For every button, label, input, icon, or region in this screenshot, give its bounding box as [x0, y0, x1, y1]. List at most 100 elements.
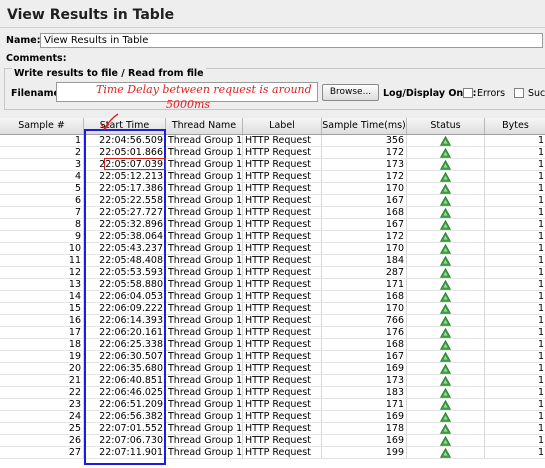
table-row[interactable]: 1022:05:43.237Thread Group 1-1HTTP Reque… [0, 243, 545, 255]
table-row[interactable]: 1522:06:09.222Thread Group 1-1HTTP Reque… [0, 303, 545, 315]
cell-bytes: 1 [485, 231, 545, 243]
cell-bytes: 1 [485, 399, 545, 411]
table-row[interactable]: 522:05:17.386Thread Group 1-1HTTP Reques… [0, 183, 545, 195]
cell-start-time: 22:07:11.901 [84, 447, 166, 459]
cell-start-time: 22:05:17.386 [84, 183, 166, 195]
cell-sample-number: 16 [0, 315, 84, 327]
cell-sample-time: 172 [322, 231, 407, 243]
cell-label: HTTP Request [243, 171, 322, 183]
cell-status [407, 411, 485, 423]
cell-bytes: 1 [485, 183, 545, 195]
cell-bytes: 1 [485, 195, 545, 207]
cell-label: HTTP Request [243, 423, 322, 435]
cell-label: HTTP Request [243, 291, 322, 303]
success-icon [439, 135, 452, 146]
cell-bytes: 1 [485, 159, 545, 171]
table-row[interactable]: 722:05:27.727Thread Group 1-1HTTP Reques… [0, 207, 545, 219]
cell-start-time: 22:06:25.338 [84, 339, 166, 351]
cell-label: HTTP Request [243, 303, 322, 315]
cell-sample-number: 27 [0, 447, 84, 459]
cell-sample-time: 287 [322, 267, 407, 279]
cell-bytes: 1 [485, 267, 545, 279]
cell-status [407, 447, 485, 459]
cell-thread-name: Thread Group 1-1 [166, 435, 243, 447]
cell-sample-number: 1 [0, 135, 84, 147]
table-row[interactable]: 2322:06:51.209Thread Group 1-1HTTP Reque… [0, 399, 545, 411]
cell-sample-time: 167 [322, 351, 407, 363]
table-row[interactable]: 122:04:56.509Thread Group 1-1HTTP Reques… [0, 135, 545, 147]
cell-status [407, 279, 485, 291]
table-row[interactable]: 1222:05:53.593Thread Group 1-1HTTP Reque… [0, 267, 545, 279]
cell-thread-name: Thread Group 1-1 [166, 279, 243, 291]
cell-sample-number: 22 [0, 387, 84, 399]
cell-start-time: 22:05:48.408 [84, 255, 166, 267]
table-row[interactable]: 2422:06:56.382Thread Group 1-1HTTP Reque… [0, 411, 545, 423]
column-header-start-time[interactable]: Start Time [84, 118, 166, 134]
table-row[interactable]: 922:05:38.064Thread Group 1-1HTTP Reques… [0, 231, 545, 243]
cell-sample-time: 178 [322, 423, 407, 435]
column-header-sample-time[interactable]: Sample Time(ms) [322, 118, 407, 134]
cell-bytes: 1 [485, 291, 545, 303]
cell-thread-name: Thread Group 1-1 [166, 207, 243, 219]
cell-bytes: 1 [485, 219, 545, 231]
table-row[interactable]: 822:05:32.896Thread Group 1-1HTTP Reques… [0, 219, 545, 231]
table-row[interactable]: 222:05:01.866Thread Group 1-1HTTP Reques… [0, 147, 545, 159]
table-row[interactable]: 1122:05:48.408Thread Group 1-1HTTP Reque… [0, 255, 545, 267]
cell-thread-name: Thread Group 1-1 [166, 171, 243, 183]
table-row[interactable]: 2622:07:06.730Thread Group 1-1HTTP Reque… [0, 435, 545, 447]
success-icon [439, 387, 452, 398]
table-row[interactable]: 1922:06:30.507Thread Group 1-1HTTP Reque… [0, 351, 545, 363]
table-row[interactable]: 2222:06:46.025Thread Group 1-1HTTP Reque… [0, 387, 545, 399]
errors-checkbox[interactable] [463, 88, 473, 98]
errors-label: Errors [477, 88, 506, 99]
table-row[interactable]: 1822:06:25.338Thread Group 1-1HTTP Reque… [0, 339, 545, 351]
filename-input[interactable] [56, 82, 318, 102]
cell-start-time: 22:05:32.896 [84, 219, 166, 231]
table-row[interactable]: 1622:06:14.393Thread Group 1-1HTTP Reque… [0, 315, 545, 327]
cell-sample-time: 168 [322, 339, 407, 351]
cell-thread-name: Thread Group 1-1 [166, 219, 243, 231]
cell-bytes: 1 [485, 171, 545, 183]
cell-start-time: 22:05:38.064 [84, 231, 166, 243]
cell-start-time: 22:05:07.039 [84, 159, 166, 171]
cell-sample-number: 13 [0, 279, 84, 291]
cell-sample-number: 7 [0, 207, 84, 219]
cell-sample-time: 356 [322, 135, 407, 147]
table-row[interactable]: 1322:05:58.880Thread Group 1-1HTTP Reque… [0, 279, 545, 291]
table-row[interactable]: 1422:06:04.053Thread Group 1-1HTTP Reque… [0, 291, 545, 303]
table-row[interactable]: 1722:06:20.161Thread Group 1-1HTTP Reque… [0, 327, 545, 339]
table-row[interactable]: 2722:07:11.901Thread Group 1-1HTTP Reque… [0, 447, 545, 459]
column-header-status[interactable]: Status [407, 118, 485, 134]
success-icon [439, 183, 452, 194]
cell-start-time: 22:06:14.393 [84, 315, 166, 327]
browse-button[interactable]: Browse... [322, 84, 379, 101]
cell-status [407, 303, 485, 315]
cell-sample-time: 170 [322, 243, 407, 255]
cell-thread-name: Thread Group 1-1 [166, 327, 243, 339]
cell-bytes: 1 [485, 147, 545, 159]
successes-checkbox[interactable] [514, 88, 524, 98]
column-header-label[interactable]: Label [243, 118, 322, 134]
cell-sample-time: 170 [322, 303, 407, 315]
column-header-thread-name[interactable]: Thread Name [166, 118, 243, 134]
cell-bytes: 1 [485, 375, 545, 387]
cell-status [407, 339, 485, 351]
cell-label: HTTP Request [243, 267, 322, 279]
table-row[interactable]: 2522:07:01.552Thread Group 1-1HTTP Reque… [0, 423, 545, 435]
cell-sample-time: 169 [322, 363, 407, 375]
name-input[interactable] [40, 33, 543, 48]
success-icon [439, 159, 452, 170]
cell-start-time: 22:05:53.593 [84, 267, 166, 279]
column-header-sample-number[interactable]: Sample # [0, 118, 84, 134]
table-row[interactable]: 422:05:12.213Thread Group 1-1HTTP Reques… [0, 171, 545, 183]
cell-bytes: 1 [485, 255, 545, 267]
cell-label: HTTP Request [243, 387, 322, 399]
table-row[interactable]: 2022:06:35.680Thread Group 1-1HTTP Reque… [0, 363, 545, 375]
table-row[interactable]: 2122:06:40.851Thread Group 1-1HTTP Reque… [0, 375, 545, 387]
cell-sample-time: 184 [322, 255, 407, 267]
table-row[interactable]: 322:05:07.039Thread Group 1-1HTTP Reques… [0, 159, 545, 171]
table-row[interactable]: 622:05:22.558Thread Group 1-1HTTP Reques… [0, 195, 545, 207]
column-header-bytes[interactable]: Bytes [485, 118, 545, 134]
cell-status [407, 231, 485, 243]
cell-sample-number: 25 [0, 423, 84, 435]
